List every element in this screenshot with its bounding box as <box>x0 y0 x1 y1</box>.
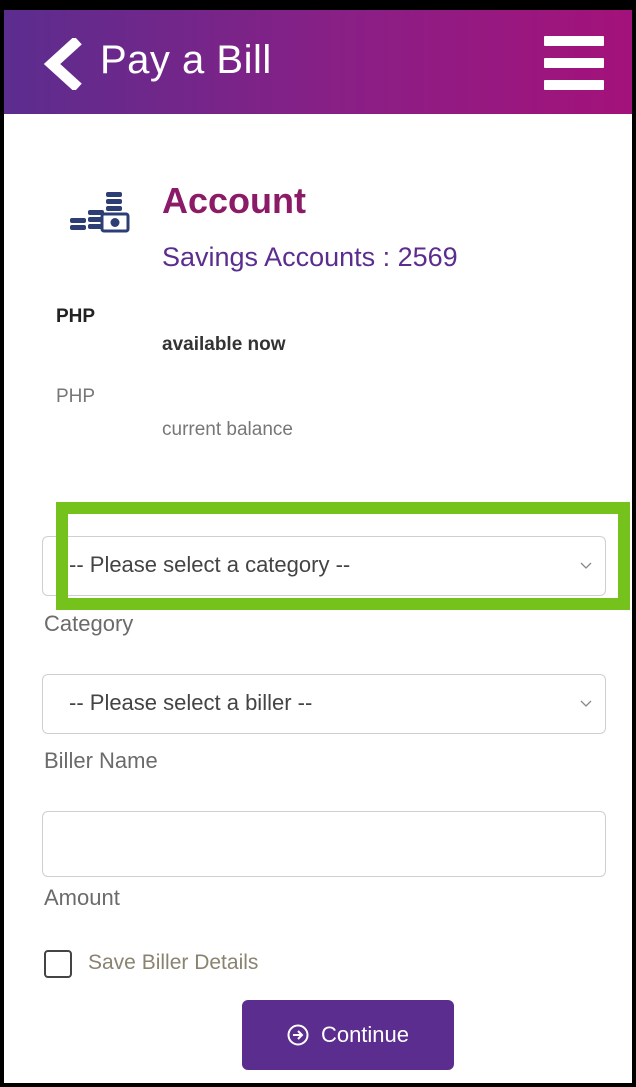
biller-selected-value: -- Please select a biller -- <box>69 690 313 715</box>
biller-label: Biller Name <box>44 748 158 773</box>
amount-input[interactable] <box>42 811 606 877</box>
account-heading: Account <box>162 180 306 221</box>
category-label: Category <box>44 611 134 636</box>
chevron-down-icon <box>580 562 592 569</box>
biller-select[interactable]: -- Please select a biller -- <box>42 674 606 734</box>
continue-label: Continue <box>320 1022 410 1047</box>
menu-bar <box>544 58 604 68</box>
back-button[interactable] <box>40 36 88 92</box>
arrow-circle-right-icon <box>287 1024 309 1046</box>
current-currency: PHP <box>56 386 96 407</box>
menu-button[interactable] <box>544 36 604 90</box>
coins-stack-icon <box>70 192 130 233</box>
save-biller-checkbox[interactable] <box>44 950 72 978</box>
menu-bar <box>544 80 604 90</box>
continue-button[interactable]: Continue <box>242 1000 454 1070</box>
current-balance-label: current balance <box>162 419 293 440</box>
available-currency: PHP <box>56 306 96 327</box>
chevron-left-icon <box>43 36 82 92</box>
phone-screen: Pay a Bill Account Savings Accounts : 25… <box>0 0 636 1087</box>
save-biller-label[interactable]: Save Biller Details <box>88 951 258 975</box>
available-label: available now <box>162 334 286 355</box>
menu-bar <box>544 36 604 46</box>
chevron-down-icon <box>580 700 592 707</box>
account-subtitle: Savings Accounts : 2569 <box>162 242 458 272</box>
page-title: Pay a Bill <box>100 38 272 82</box>
category-selected-value: -- Please select a category -- <box>69 552 351 577</box>
category-select[interactable]: -- Please select a category -- <box>42 536 606 596</box>
app-header: Pay a Bill <box>4 10 632 114</box>
amount-label: Amount <box>44 885 120 910</box>
